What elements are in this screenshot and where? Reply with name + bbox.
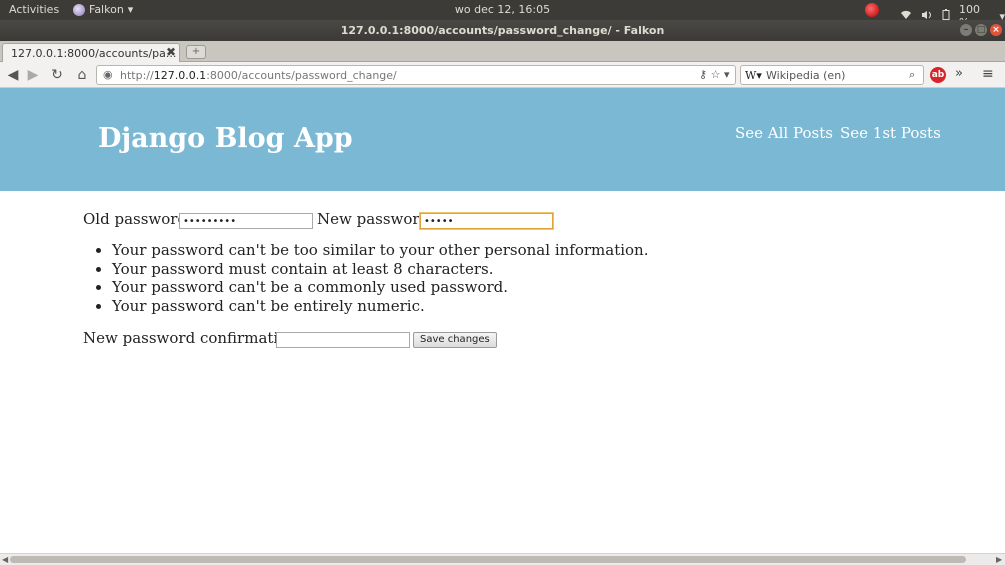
search-magnifier-icon[interactable]: ⌕ <box>909 68 915 82</box>
close-tab-icon[interactable]: ✖ <box>166 45 176 59</box>
new-password-label: New password: <box>317 210 435 228</box>
password-help-list: Your password can't be too similar to yo… <box>112 241 648 315</box>
scroll-right-icon[interactable]: ▶ <box>996 554 1002 565</box>
search-bar[interactable]: W▾ ⌕ <box>740 65 924 85</box>
old-password-label: Old password: <box>83 210 193 228</box>
address-bar[interactable]: ◉ http://127.0.0.1:8000/accounts/passwor… <box>96 65 736 85</box>
new-tab-button[interactable]: + <box>186 45 206 59</box>
site-info-icon[interactable]: ◉ <box>103 68 113 81</box>
chevron-down-icon[interactable]: ▾ <box>724 68 730 81</box>
double-chevron-right-icon[interactable]: » <box>955 66 963 81</box>
forward-arrow-icon[interactable]: ▶ <box>24 66 42 84</box>
maximize-button[interactable]: □ <box>975 24 987 36</box>
hamburger-menu-icon[interactable]: ≡ <box>982 66 994 82</box>
list-item: Your password can't be entirely numeric. <box>112 297 648 316</box>
navigation-toolbar: ◀ ▶ ↻ ⌂ ◉ http://127.0.0.1:8000/accounts… <box>0 62 1005 88</box>
confirm-password-input[interactable] <box>276 332 410 348</box>
reload-icon[interactable]: ↻ <box>48 66 66 84</box>
list-item: Your password must contain at least 8 ch… <box>112 260 648 279</box>
wikipedia-icon: W <box>745 69 757 82</box>
confirm-password-label: New password confirmation: <box>83 329 302 347</box>
tab-bar: 127.0.0.1:8000/accounts/pa... ✖ + <box>0 41 1005 62</box>
list-item: Your password can't be too similar to yo… <box>112 241 648 260</box>
url-text[interactable]: http://127.0.0.1:8000/accounts/password_… <box>120 69 397 82</box>
back-arrow-icon[interactable]: ◀ <box>4 66 22 84</box>
minimize-button[interactable]: – <box>960 24 972 36</box>
window-title: 127.0.0.1:8000/accounts/password_change/… <box>340 24 665 37</box>
search-input[interactable] <box>766 68 904 82</box>
save-changes-button[interactable]: Save changes <box>413 332 497 348</box>
site-brand[interactable]: Django Blog App <box>98 123 353 154</box>
system-top-bar: Activities Falkon ▾ wo dec 12, 16:05 100… <box>0 0 1005 29</box>
close-window-button[interactable]: × <box>990 24 1002 36</box>
window-controls: – □ × <box>960 24 1002 36</box>
scrollbar-thumb[interactable] <box>10 556 966 563</box>
home-icon[interactable]: ⌂ <box>73 66 91 84</box>
key-icon[interactable]: ⚷ <box>699 68 707 81</box>
new-password-input[interactable] <box>420 213 553 229</box>
tab-label: 127.0.0.1:8000/accounts/pa... <box>11 47 177 60</box>
window-title-bar: 127.0.0.1:8000/accounts/password_change/… <box>0 20 1005 41</box>
record-indicator-icon[interactable] <box>865 3 879 17</box>
horizontal-scrollbar[interactable]: ◀ ▶ <box>0 553 1005 565</box>
tab-password-change[interactable]: 127.0.0.1:8000/accounts/pa... ✖ <box>2 43 180 62</box>
system-clock[interactable]: wo dec 12, 16:05 <box>0 3 1005 16</box>
adblock-icon[interactable]: ab <box>930 67 946 83</box>
nav-link-see-all-posts[interactable]: See All Posts <box>735 124 833 142</box>
site-header: Django Blog App See All Posts See 1st Po… <box>0 88 1005 191</box>
list-item: Your password can't be a commonly used p… <box>112 278 648 297</box>
scroll-left-icon[interactable]: ◀ <box>2 554 8 565</box>
url-actions: ⚷ ☆ ▾ <box>699 68 729 81</box>
old-password-input[interactable] <box>179 213 313 229</box>
nav-link-see-1st-posts[interactable]: See 1st Posts <box>840 124 941 142</box>
bookmark-star-icon[interactable]: ☆ <box>711 68 721 81</box>
search-engine-selector[interactable]: W▾ <box>745 69 762 82</box>
